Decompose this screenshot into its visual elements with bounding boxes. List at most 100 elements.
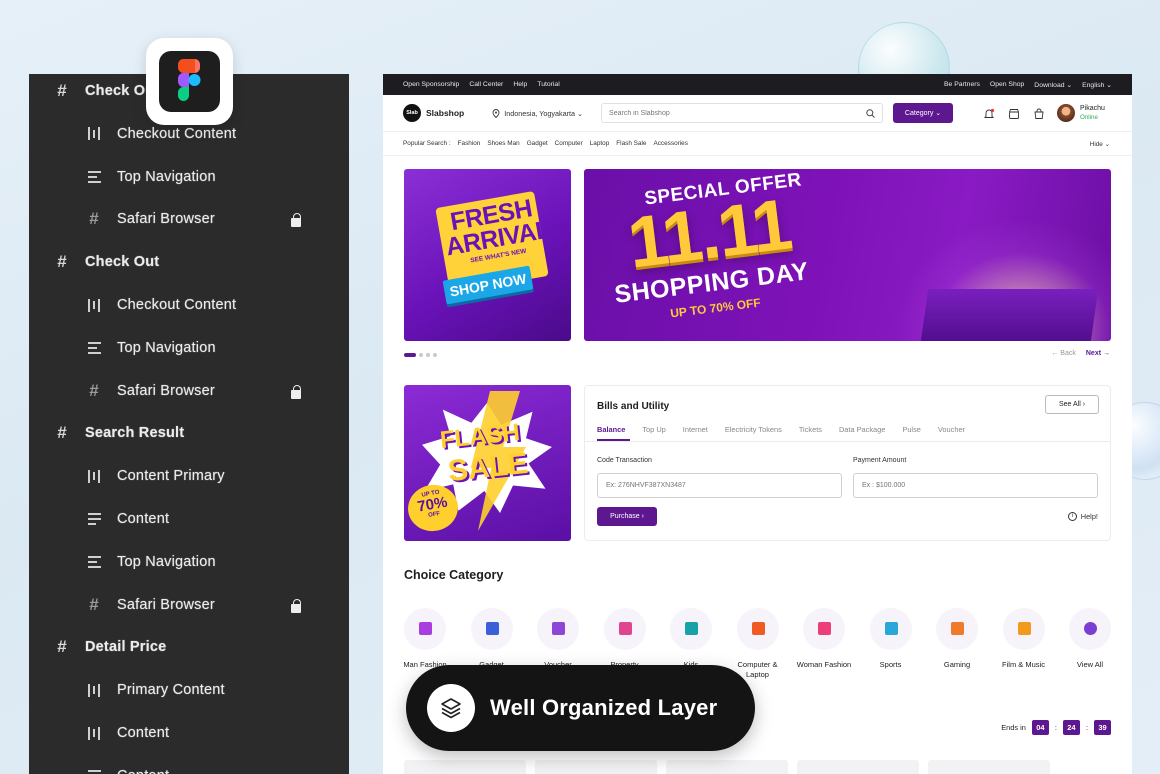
bell-icon[interactable]	[983, 107, 995, 119]
bills-tab[interactable]: Pulse	[902, 425, 921, 434]
location-selector[interactable]: Indonesia, Yogyakarta ⌄	[492, 109, 583, 118]
category-item[interactable]: Man Fashion	[394, 608, 456, 670]
layer-row[interactable]: Top Navigation	[29, 542, 349, 582]
product-card[interactable]	[666, 760, 788, 774]
popular-search-item[interactable]: Gadget	[527, 140, 548, 147]
logo-icon[interactable]: Slab	[403, 104, 421, 122]
search-icon[interactable]	[866, 108, 875, 118]
carousel-dots[interactable]	[404, 353, 437, 357]
category-item[interactable]: View All	[1059, 608, 1121, 670]
product-card[interactable]	[535, 760, 657, 774]
utility-link[interactable]: Call Center	[469, 81, 503, 88]
fresh-arrival-banner[interactable]: FRESH ARRIVAL SEE WHAT'S NEW SHOP NOW	[404, 169, 571, 341]
search-input[interactable]	[609, 109, 830, 117]
product-card[interactable]	[404, 760, 526, 774]
category-item[interactable]: Property	[594, 608, 656, 670]
user-info[interactable]: Pikachu Online	[1080, 104, 1105, 122]
cart-icon[interactable]	[1033, 107, 1045, 119]
bills-tab[interactable]: Data Package	[839, 425, 885, 434]
layer-row[interactable]: # Detail Price	[29, 627, 349, 667]
layer-row[interactable]: Content	[29, 499, 349, 539]
brand-name[interactable]: Slabshop	[426, 108, 464, 118]
purchase-button[interactable]: Purchase ›	[597, 507, 657, 526]
layer-row[interactable]: # Safari Browser	[29, 199, 349, 239]
layer-label: Safari Browser	[117, 211, 215, 228]
bills-tab[interactable]: Internet	[683, 425, 708, 434]
popular-search-label: Popular Search :	[403, 140, 451, 147]
layer-row[interactable]: Content	[29, 713, 349, 753]
category-icon	[936, 608, 978, 650]
category-item[interactable]: Woman Fashion	[793, 608, 855, 670]
category-item[interactable]: Gaming	[926, 608, 988, 670]
category-item[interactable]: Kids	[660, 608, 722, 670]
category-icon	[736, 608, 779, 650]
popular-search-item[interactable]: Flash Sale	[616, 140, 646, 147]
payment-amount-input[interactable]	[853, 473, 1098, 498]
see-all-button[interactable]: See All ›	[1045, 395, 1099, 414]
category-label: Gaming	[943, 660, 971, 669]
bills-tab[interactable]: Balance	[597, 425, 625, 434]
code-transaction-input[interactable]	[597, 473, 842, 498]
utility-link[interactable]: English ⌄	[1082, 81, 1112, 89]
hide-toggle[interactable]: Hide ⌄	[1090, 140, 1110, 148]
countdown-sep: :	[1085, 723, 1088, 732]
utility-link[interactable]: Tutorial	[537, 81, 559, 88]
utility-bar: Open Sponsorship Call Center Help Tutorial …	[383, 74, 1132, 95]
category-item[interactable]: Computer & Laptop	[727, 608, 789, 680]
product-card[interactable]	[928, 760, 1050, 774]
special-offer-banner[interactable]: SPECIAL OFFER 11.11 SHOPPING DAY UP TO 7…	[584, 169, 1111, 341]
lock-icon[interactable]	[291, 598, 301, 613]
bills-tab[interactable]: Electricity Tokens	[725, 425, 782, 434]
lock-icon[interactable]	[291, 213, 301, 228]
category-item[interactable]: Gadget	[461, 608, 523, 670]
category-item[interactable]: Sports	[860, 608, 922, 670]
category-icon	[869, 608, 912, 650]
category-item[interactable]: Film & Music	[993, 608, 1055, 670]
lock-icon[interactable]	[291, 384, 301, 399]
avatar[interactable]	[1057, 104, 1076, 122]
search-box[interactable]	[601, 103, 884, 123]
utility-link[interactable]: Open Shop	[990, 81, 1024, 89]
layer-row[interactable]: Top Navigation	[29, 157, 349, 197]
layer-row[interactable]: # Search Result	[29, 413, 349, 453]
layer-row[interactable]: Top Navigation	[29, 328, 349, 368]
popular-search-item[interactable]: Fashion	[458, 140, 481, 147]
category-item[interactable]: Voucher	[527, 608, 589, 670]
layer-label: Primary Content	[117, 682, 225, 699]
category-button[interactable]: Category ⌄	[893, 103, 954, 123]
layer-row[interactable]: Content Primary	[29, 456, 349, 496]
layer-row[interactable]: # Check Out	[29, 242, 349, 282]
layer-row[interactable]: Checkout Content	[29, 285, 349, 325]
layer-row[interactable]: # Safari Browser	[29, 371, 349, 411]
next-button[interactable]: Next →	[1086, 350, 1110, 357]
popular-search-item[interactable]: Shoes Man	[487, 140, 519, 147]
carousel-pager: ← Back Next →	[1051, 350, 1110, 357]
layer-row[interactable]: Primary Content	[29, 670, 349, 710]
popular-search-item[interactable]: Laptop	[590, 140, 610, 147]
layer-row[interactable]: # Safari Browser	[29, 585, 349, 625]
category-icon	[670, 608, 712, 650]
utility-link[interactable]: Download ⌄	[1034, 81, 1072, 89]
bills-tab[interactable]: Tickets	[799, 425, 822, 434]
popular-search-item[interactable]: Computer	[555, 140, 583, 147]
bills-tab[interactable]: Top Up	[642, 425, 665, 434]
popular-search-item[interactable]: Accessories	[653, 140, 687, 147]
store-icon[interactable]	[1008, 107, 1020, 119]
utility-link[interactable]: Open Sponsorship	[403, 81, 459, 88]
back-button[interactable]: ← Back	[1051, 350, 1076, 357]
bills-tab[interactable]: Voucher	[938, 425, 965, 434]
help-link[interactable]: i Help!	[1067, 512, 1098, 521]
columns-icon	[85, 724, 103, 742]
category-icon	[1069, 608, 1111, 650]
hash-icon: #	[89, 594, 99, 614]
layer-row[interactable]: Content	[29, 756, 349, 774]
rows-icon	[85, 339, 103, 357]
product-card[interactable]	[797, 760, 919, 774]
flash-sale-banner[interactable]: FLASH SALE UP TO 70% OFF	[404, 385, 571, 541]
utility-link[interactable]: Be Partners	[944, 81, 980, 89]
rows-icon	[85, 553, 103, 571]
layer-label: Top Navigation	[117, 339, 216, 356]
figma-logo-badge	[146, 38, 233, 125]
category-label: Woman Fashion	[796, 660, 852, 669]
utility-link[interactable]: Help	[513, 81, 527, 88]
